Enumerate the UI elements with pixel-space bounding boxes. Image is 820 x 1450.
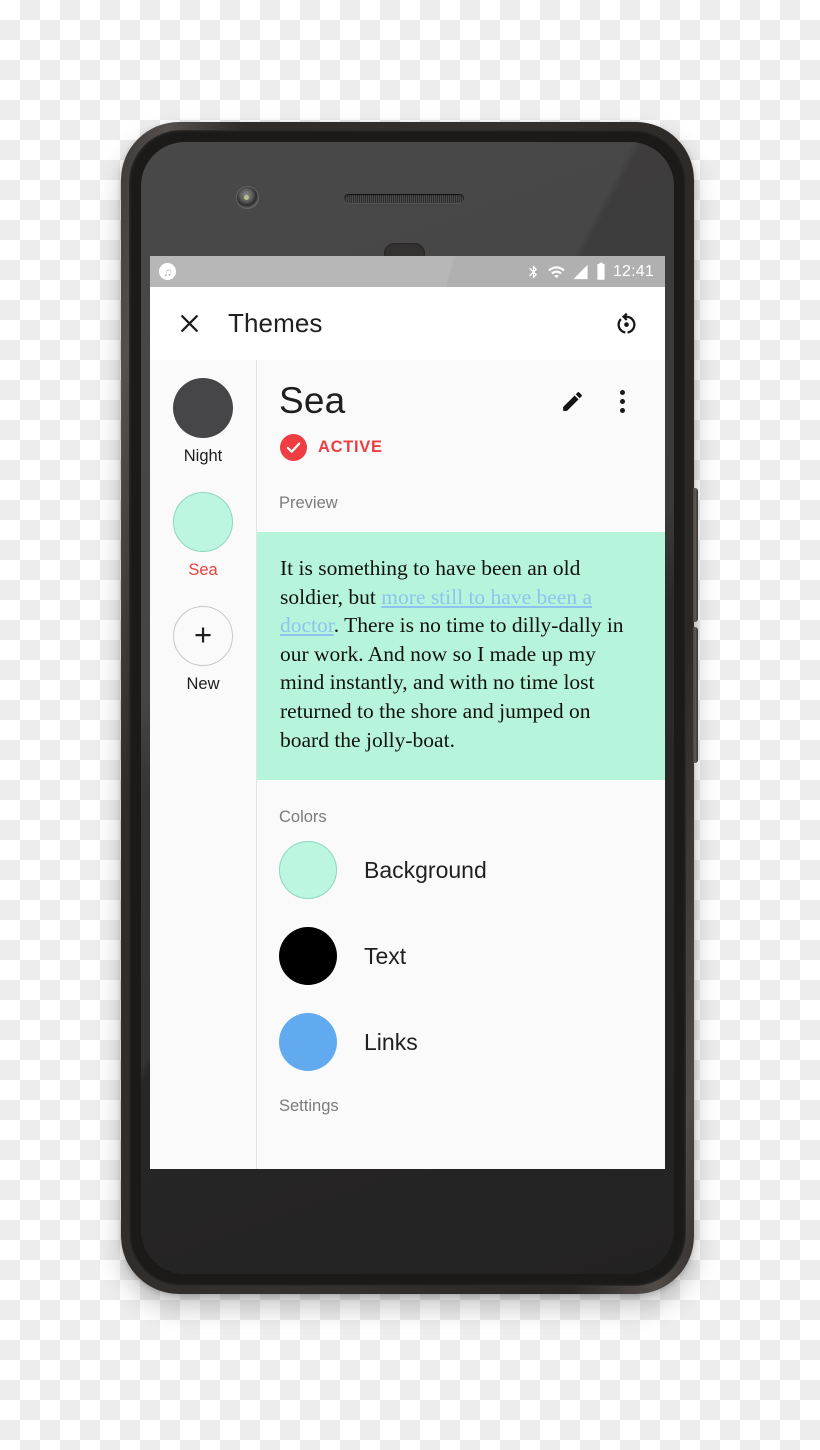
phone-screen: ♫ 12:41 Themes Night Sea + New Sea ACTIV… [150, 256, 665, 1169]
color-swatch-links[interactable] [279, 1013, 337, 1072]
preview-text: It is something to have been an old sold… [280, 554, 642, 754]
wifi-icon [548, 265, 565, 278]
battery-full-icon [597, 262, 605, 280]
front-camera-icon [237, 187, 258, 208]
status-bar-clock: 12:41 [612, 262, 654, 280]
pencil-icon[interactable] [559, 388, 585, 414]
bluetooth-icon [529, 265, 538, 278]
theme-name: Sea [279, 380, 346, 421]
color-row-background[interactable]: Background [257, 827, 665, 913]
color-swatch-background[interactable] [279, 841, 337, 900]
color-swatch-text[interactable] [279, 927, 337, 986]
color-row-text[interactable]: Text [257, 913, 665, 999]
power-button[interactable] [693, 488, 698, 622]
sidebar-item-sea[interactable]: Sea [150, 492, 256, 580]
settings-section-label: Settings [279, 1097, 339, 1116]
settings-backup-restore-icon[interactable] [609, 307, 643, 341]
volume-rocker-button[interactable] [693, 627, 698, 763]
plus-icon: + [193, 617, 213, 652]
preview-section-label: Preview [279, 494, 338, 512]
sidebar-item-night[interactable]: Night [150, 378, 256, 466]
colors-section-label: Colors [279, 808, 327, 827]
theme-list-sidebar: Night Sea + New [150, 360, 257, 1169]
add-theme-icon: + [173, 606, 233, 666]
theme-swatch-sea [173, 492, 233, 552]
app-bar: Themes [150, 287, 665, 360]
color-label: Background [364, 856, 487, 883]
close-icon[interactable] [172, 307, 206, 341]
content-area: Night Sea + New Sea ACTIVE Preview It is… [150, 360, 665, 1169]
status-bar: ♫ 12:41 [150, 256, 665, 287]
sidebar-item-new[interactable]: + New [150, 606, 256, 694]
theme-detail-panel: Sea ACTIVE Preview It is something to ha… [257, 360, 665, 1169]
theme-preview-box: It is something to have been an old sold… [257, 532, 665, 781]
check-circle-icon [280, 434, 307, 461]
status-badge-label: ACTIVE [318, 438, 383, 456]
color-label: Links [364, 1028, 418, 1055]
color-label: Text [364, 942, 407, 969]
sidebar-item-label: New [186, 675, 220, 693]
more-vertical-icon[interactable] [609, 388, 635, 414]
sidebar-item-label: Sea [188, 561, 218, 579]
sidebar-item-label: Night [183, 447, 223, 465]
status-badge: ACTIVE [257, 422, 665, 461]
page-title: Themes [228, 308, 323, 338]
music-note-icon: ♫ [159, 263, 176, 280]
theme-title-row: Sea [257, 360, 665, 422]
cell-signal-icon [573, 264, 588, 279]
color-row-links[interactable]: Links [257, 999, 665, 1085]
theme-swatch-night [173, 378, 233, 438]
earpiece-speaker [344, 194, 464, 203]
